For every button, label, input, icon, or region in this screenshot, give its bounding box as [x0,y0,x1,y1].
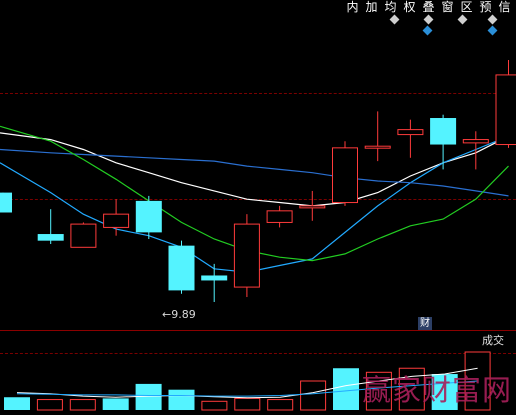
candle-body [462,139,489,144]
candle-body [0,192,12,213]
volume-bar [102,398,129,410]
volume-bar [201,400,228,411]
candle-body [201,275,228,281]
candlesticks [0,60,516,302]
volume-panel-label: 成交 [482,334,504,347]
price-volume-chart [0,60,516,411]
volume-bar [333,368,359,410]
candle-body [266,210,293,223]
stock-chart-window: 内 加 均 权 叠 窗 区 预 信 ←9.89 财 成交 赢家财富网 [0,0,516,415]
candle-body [233,223,260,288]
candle-body [430,118,457,145]
candle-body [495,74,516,146]
volume-bar [4,397,30,410]
candle-body [70,223,97,248]
candle-body [397,129,424,136]
candle-body [332,147,358,204]
finance-info-badge[interactable]: 财 [418,317,432,330]
watermark-text: 赢家财富网 [362,373,513,407]
volume-bar [168,389,195,410]
candle-body [37,234,64,241]
moving-average-line-3 [0,148,509,197]
volume-bar [135,383,162,410]
candle-body [135,200,162,233]
volume-bar [300,380,327,411]
volume-bar [69,399,96,411]
volume-bar [36,399,63,411]
candle-body [168,245,195,291]
volume-bar [234,397,261,411]
candle-body [364,145,391,149]
low-price-label: ←9.89 [162,308,196,321]
volume-bar [267,399,294,411]
candle-body [299,205,326,209]
candle-body [103,213,130,228]
